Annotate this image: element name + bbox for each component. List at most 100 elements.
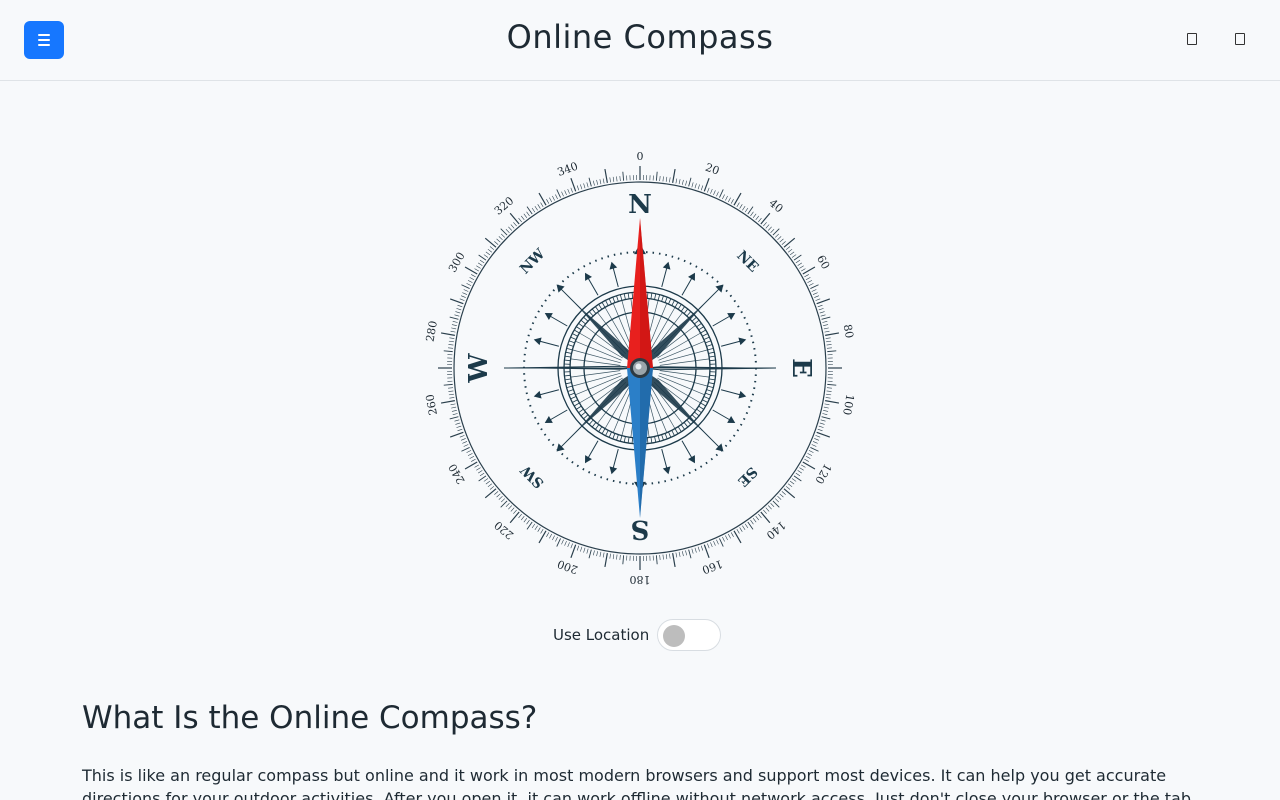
degree-tick — [440, 332, 455, 336]
degree-tick — [496, 238, 501, 243]
hatch-tick — [657, 435, 661, 442]
degree-tick — [787, 248, 793, 253]
degree-tick — [508, 226, 513, 231]
degree-tick — [599, 179, 602, 185]
degree-tick — [744, 523, 749, 529]
hatch-tick — [568, 392, 575, 396]
rose-spoke — [539, 340, 559, 347]
degree-tick — [691, 182, 694, 188]
degree-tick — [498, 236, 503, 241]
degree-tick — [719, 189, 724, 198]
degree-label: 160 — [700, 557, 724, 576]
degree-label: 120 — [812, 461, 834, 486]
degree-tick — [739, 204, 743, 209]
rose-spoke — [549, 315, 568, 327]
theme-icon[interactable] — [1235, 33, 1245, 45]
degree-label: 320 — [492, 194, 516, 217]
hatch-tick — [668, 431, 672, 438]
hatch-tick — [570, 396, 577, 400]
section-heading: What Is the Online Compass? — [82, 700, 538, 736]
degree-tick — [496, 493, 501, 498]
degree-tick — [604, 168, 608, 183]
hatch-tick — [598, 426, 603, 432]
degree-tick — [818, 425, 824, 428]
degree-tick — [612, 554, 615, 560]
degree-tick — [719, 538, 724, 547]
degree-tick — [440, 400, 455, 404]
degree-tick — [799, 265, 804, 269]
intercardinal-se: SE — [734, 463, 760, 489]
rose-spoke — [712, 409, 731, 421]
hatch-tick — [671, 430, 675, 436]
hatch-tick — [591, 422, 597, 428]
degree-tick — [681, 179, 684, 185]
degree-tick — [556, 189, 561, 198]
location-toggle[interactable] — [657, 619, 722, 651]
hatch-tick — [566, 347, 573, 351]
degree-tick — [478, 254, 487, 261]
degree-tick — [811, 289, 817, 292]
degree-tick — [467, 453, 473, 456]
degree-tick — [822, 321, 828, 323]
degree-tick — [612, 176, 615, 182]
degree-tick — [685, 550, 687, 556]
degree-tick — [564, 540, 567, 546]
rose-radial — [659, 349, 708, 364]
degree-tick — [736, 202, 740, 208]
degree-tick — [520, 215, 525, 221]
degree-tick — [484, 488, 497, 499]
degree-tick — [821, 416, 831, 420]
cardinal-w: W — [464, 353, 494, 384]
hatch-tick — [702, 333, 708, 337]
degree-tick — [555, 194, 558, 200]
degree-tick — [451, 324, 457, 327]
degree-tick — [793, 475, 802, 482]
degree-tick — [526, 521, 533, 530]
degree-tick — [483, 254, 489, 258]
degree-tick — [464, 266, 478, 275]
rose-spoke — [612, 267, 619, 287]
rose-radial — [659, 370, 710, 378]
degree-tick — [688, 177, 692, 187]
degree-tick — [675, 178, 678, 184]
degree-tick — [510, 507, 515, 512]
degree-tick — [518, 513, 522, 519]
hatch-tick — [631, 292, 634, 299]
degree-tick — [662, 554, 664, 560]
hatch-tick — [706, 344, 713, 347]
degree-tick — [513, 509, 517, 514]
degree-tick — [478, 475, 487, 482]
degree-tick — [463, 289, 469, 292]
degree-tick — [588, 177, 592, 187]
hatch-tick — [564, 359, 571, 362]
degree-tick — [500, 498, 505, 503]
degree-tick — [826, 387, 832, 389]
degree-tick — [526, 206, 533, 215]
degree-tick — [823, 406, 829, 409]
degree-tick — [662, 176, 664, 182]
rose-spoke — [661, 449, 668, 469]
degree-tick — [823, 327, 829, 330]
hatch-tick — [567, 344, 574, 347]
degree-tick — [826, 390, 832, 392]
hatch-tick — [674, 301, 679, 308]
hatch-tick — [619, 294, 623, 301]
degree-tick — [722, 536, 725, 542]
fullscreen-icon[interactable] — [1187, 33, 1197, 45]
degree-tick — [537, 204, 541, 209]
degree-tick — [583, 183, 586, 189]
degree-tick — [487, 248, 493, 253]
degree-tick — [819, 422, 825, 425]
degree-tick — [750, 211, 754, 217]
degree-tick — [467, 280, 473, 283]
degree-tick — [808, 283, 814, 286]
degree-tick — [450, 403, 456, 406]
hatch-tick — [568, 340, 575, 344]
degree-tick — [791, 254, 797, 258]
cardinal-e: E — [786, 358, 816, 378]
degree-tick — [781, 241, 786, 245]
degree-tick — [537, 527, 541, 532]
degree-tick — [484, 237, 497, 248]
degree-tick — [449, 416, 459, 420]
degree-tick — [567, 542, 570, 548]
